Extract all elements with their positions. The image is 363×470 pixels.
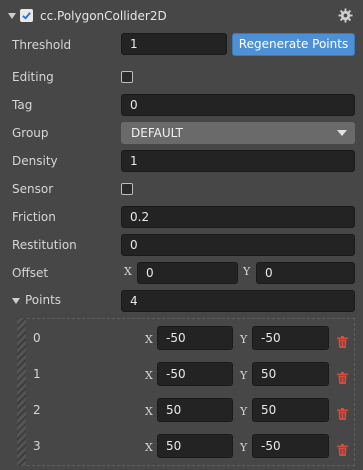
point-x-axis-label: X [145,405,153,418]
point-x-input[interactable]: 50 [157,398,233,422]
point-y-axis-label: Y [240,441,248,454]
sensor-row: Sensor [0,175,363,203]
editing-label: Editing [12,70,54,84]
tag-label: Tag [12,98,33,112]
point-y-input[interactable]: -50 [252,434,329,458]
point-index: 3 [33,439,41,453]
component-title: cc.PolygonCollider2D [40,9,167,23]
offset-y-axis-label: Y [243,265,251,278]
threshold-input[interactable]: 1 [121,33,227,55]
collapse-triangle-icon[interactable] [8,13,16,19]
group-dropdown-value: DEFAULT [131,126,183,140]
point-x-axis-label: X [145,369,153,382]
checkmark-icon [22,12,31,20]
sensor-label: Sensor [12,182,54,196]
point-x-input[interactable]: -50 [157,362,233,386]
component-header: cc.PolygonCollider2D [0,0,363,32]
component-enabled-checkbox[interactable] [20,9,33,22]
points-collapse-triangle-icon[interactable] [12,298,20,304]
offset-x-input[interactable]: 0 [137,262,238,284]
point-y-input[interactable]: -50 [252,326,329,350]
point-y-axis-label: Y [240,369,248,382]
offset-label: Offset [12,266,49,280]
density-input[interactable]: 1 [121,150,355,172]
point-y-input[interactable]: 50 [252,398,329,422]
friction-input[interactable]: 0.2 [121,206,355,228]
trash-icon[interactable] [337,372,348,384]
restitution-label: Restitution [12,238,77,252]
trash-icon[interactable] [337,336,348,348]
point-y-axis-label: Y [240,333,248,346]
point-index: 0 [33,331,41,345]
threshold-label: Threshold [12,38,72,52]
editing-checkbox[interactable] [121,71,133,83]
sensor-checkbox[interactable] [121,183,133,195]
friction-label: Friction [12,210,56,224]
group-label: Group [12,126,49,140]
point-x-input[interactable]: -50 [157,326,233,350]
point-y-input[interactable]: 50 [252,362,329,386]
trash-icon[interactable] [337,444,348,456]
point-x-input[interactable]: 50 [157,434,233,458]
point-index: 1 [33,367,41,381]
tag-input[interactable]: 0 [121,94,355,116]
editing-row: Editing [0,63,363,91]
point-y-axis-label: Y [240,405,248,418]
point-x-axis-label: X [145,441,153,454]
points-label: Points [25,293,62,307]
restitution-input[interactable]: 0 [121,234,355,256]
offset-y-input[interactable]: 0 [256,262,355,284]
chevron-down-icon [337,130,347,136]
offset-x-axis-label: X [124,265,132,278]
trash-icon[interactable] [337,408,348,420]
group-dropdown[interactable]: DEFAULT [121,122,355,144]
gear-icon[interactable] [338,8,353,23]
point-index: 2 [33,403,41,417]
points-count-input[interactable]: 4 [121,290,355,312]
density-label: Density [12,154,58,168]
drag-handle-stripe[interactable] [17,318,26,466]
regenerate-points-button[interactable]: Regenerate Points [232,33,355,56]
point-x-axis-label: X [145,333,153,346]
